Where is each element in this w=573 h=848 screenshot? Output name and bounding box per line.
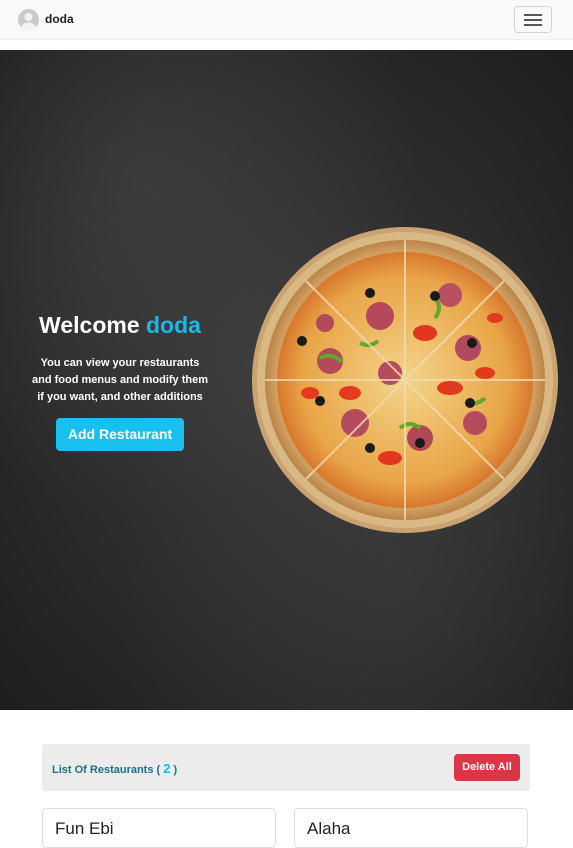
add-restaurant-button[interactable]: Add Restaurant — [56, 418, 184, 451]
hero-banner: Welcome doda You can view your restauran… — [0, 50, 573, 710]
hero-description: You can view your restaurants and food m… — [31, 357, 208, 403]
delete-all-button[interactable]: Delete All — [454, 754, 520, 781]
restaurant-card[interactable]: Alaha — [294, 808, 528, 848]
welcome-heading: Welcome doda — [39, 312, 201, 338]
pizza-image — [252, 227, 558, 533]
user-avatar-icon[interactable] — [18, 9, 39, 30]
hamburger-menu-button[interactable] — [514, 6, 552, 33]
restaurant-count: 2 — [163, 761, 171, 776]
restaurant-card-title: Alaha — [307, 819, 351, 838]
restaurant-list-title: List Of Restaurants ( 2 ) — [52, 761, 178, 776]
restaurant-card-title: Fun Ebi — [55, 819, 114, 838]
hamburger-menu-icon — [524, 14, 542, 16]
restaurant-list-header: List Of Restaurants ( 2 ) Delete All — [42, 744, 530, 791]
nav-username[interactable]: doda — [45, 12, 74, 26]
restaurant-card[interactable]: Fun Ebi — [42, 808, 276, 848]
navbar: doda — [0, 0, 573, 40]
welcome-name: doda — [146, 312, 201, 338]
